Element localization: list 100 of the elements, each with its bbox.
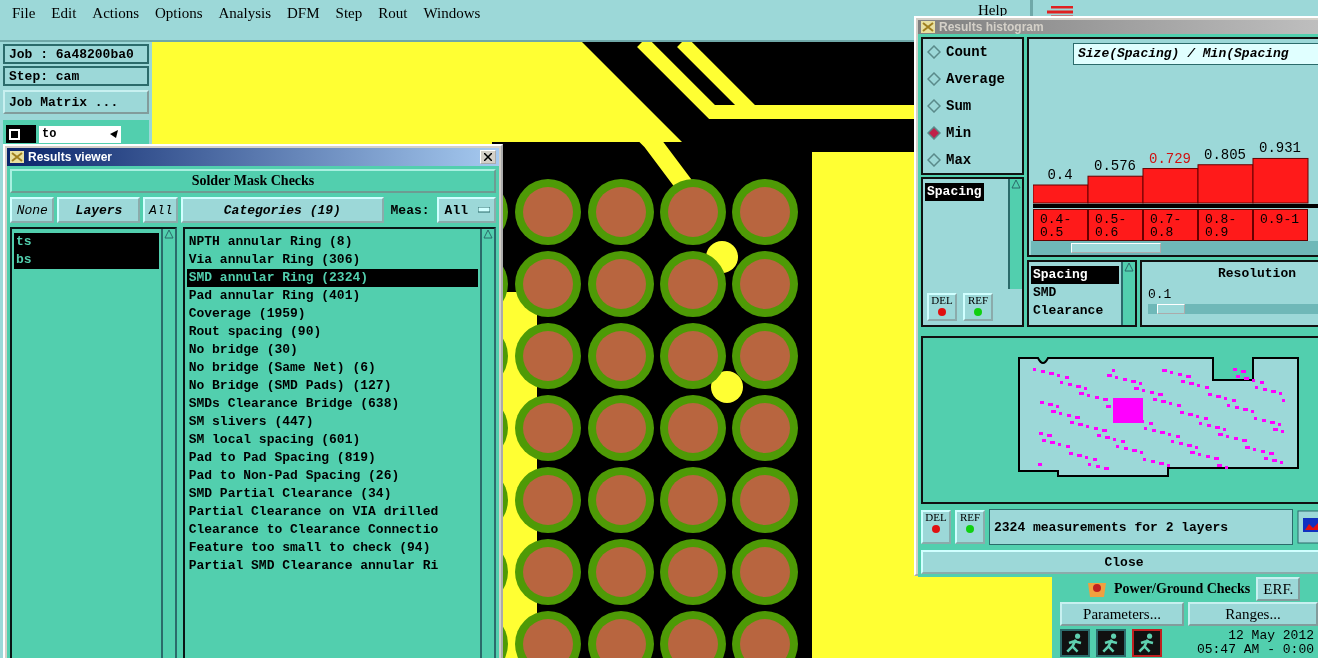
menu-item[interactable]: Analysis: [218, 5, 272, 22]
radio-button[interactable]: [927, 45, 941, 59]
scroll-up-icon[interactable]: [1124, 262, 1134, 272]
close-icon[interactable]: [480, 150, 496, 164]
radio-button[interactable]: [927, 99, 941, 113]
none-button[interactable]: None: [10, 197, 55, 223]
layer-item[interactable]: ts: [14, 233, 159, 251]
category-item[interactable]: Rout spacing (90): [186, 323, 478, 341]
window-title: Results histogram: [939, 20, 1044, 34]
category-item[interactable]: Pad to Pad Spacing (819): [186, 449, 478, 467]
bar-value: 0.729: [1149, 150, 1191, 167]
time-text: 05:47 AM - 0:00: [1196, 643, 1314, 657]
category-item[interactable]: No bridge (30): [186, 341, 478, 359]
ref-button[interactable]: REF: [963, 293, 993, 321]
category-item[interactable]: Partial SMD Clearance annular Ri: [186, 557, 478, 575]
pad: [588, 467, 654, 533]
category-item[interactable]: Pad annular Ring (401): [186, 287, 478, 305]
parameters-button[interactable]: Parameters...: [1060, 602, 1184, 626]
layer-dropdown[interactable]: to: [39, 125, 121, 143]
category-item[interactable]: Clearance to Clearance Connectio: [186, 521, 478, 539]
layers-button[interactable]: Layers: [57, 197, 141, 223]
pad: [588, 611, 654, 658]
square-icon[interactable]: [6, 125, 36, 143]
pad: [588, 323, 654, 389]
category-item[interactable]: Via annular Ring (306): [186, 251, 478, 269]
pad: [660, 539, 726, 605]
attribute-item[interactable]: Spacing: [1031, 266, 1119, 284]
attribute-item[interactable]: Clearance: [1031, 302, 1119, 320]
check-label: Power/Ground Checks: [1114, 581, 1251, 597]
measure-item[interactable]: Spacing: [925, 183, 984, 201]
pad: [660, 179, 726, 245]
histogram-bar[interactable]: [1142, 168, 1199, 204]
pad: [588, 251, 654, 317]
status-text: 2324 measurements for 2 layers: [989, 509, 1293, 545]
category-item[interactable]: Feature too small to check (94): [186, 539, 478, 557]
all-button[interactable]: All: [143, 197, 179, 223]
pad: [732, 323, 798, 389]
radio-label: Sum: [946, 98, 972, 114]
slider-thumb[interactable]: [1156, 304, 1185, 314]
category-item[interactable]: Pad to Non-Pad Spacing (26): [186, 467, 478, 485]
pad: [732, 611, 798, 658]
category-item[interactable]: No bridge (Same Net) (6): [186, 359, 478, 377]
ref-button[interactable]: REF: [955, 510, 985, 544]
menu-item[interactable]: Edit: [51, 5, 77, 22]
histogram-bar[interactable]: [1252, 157, 1309, 204]
job-label: Job : 6a48200ba0: [3, 44, 149, 64]
resolution-slider[interactable]: [1148, 304, 1318, 314]
radio-button[interactable]: [927, 126, 941, 140]
job-matrix-button[interactable]: Job Matrix ...: [3, 90, 149, 114]
via: [711, 371, 743, 403]
erf-button[interactable]: ERF.: [1256, 577, 1301, 601]
category-item[interactable]: Coverage (1959): [186, 305, 478, 323]
close-button[interactable]: Close: [921, 550, 1318, 574]
menu-item[interactable]: Rout: [378, 5, 408, 22]
menu-item[interactable]: Actions: [92, 5, 139, 22]
category-item[interactable]: Partial Clearance on VIA drilled: [186, 503, 478, 521]
del-button[interactable]: DEL: [927, 293, 957, 321]
menu-item[interactable]: Windows: [423, 5, 481, 22]
running-figure-icon[interactable]: [1060, 629, 1090, 657]
scroll-up-icon[interactable]: [1011, 179, 1021, 189]
menu-item[interactable]: Options: [155, 5, 203, 22]
pad: [732, 179, 798, 245]
running-figure-icon[interactable]: [1096, 629, 1126, 657]
pad: [732, 467, 798, 533]
category-item[interactable]: SMD annular Ring (2324): [186, 269, 478, 287]
meas-dropdown[interactable]: All: [436, 197, 496, 223]
category-item[interactable]: NPTH annular Ring (8): [186, 233, 478, 251]
radio-button[interactable]: [927, 72, 941, 86]
solder-mask-checks-button[interactable]: Solder Mask Checks: [10, 169, 496, 193]
bin-label: 0.7-0.8: [1143, 209, 1198, 241]
ranges-button[interactable]: Ranges...: [1188, 602, 1318, 626]
del-button[interactable]: DEL: [921, 510, 951, 544]
running-figure-icon[interactable]: [1132, 629, 1162, 657]
menu-item[interactable]: Step: [335, 5, 363, 22]
histogram-bar[interactable]: [1087, 175, 1144, 204]
bar-value: 0.805: [1204, 146, 1246, 163]
window-icon: [10, 151, 24, 163]
chart-icon[interactable]: [1297, 510, 1318, 544]
category-item[interactable]: SM local spacing (601): [186, 431, 478, 449]
pad: [732, 539, 798, 605]
scroll-up-icon[interactable]: [163, 229, 174, 239]
chart-title: Size(Spacing) / Min(Spacing: [1073, 43, 1318, 65]
menu-item[interactable]: DFM: [287, 5, 320, 22]
pad: [588, 179, 654, 245]
step-label: Step: cam: [3, 66, 149, 86]
attribute-item[interactable]: SMD: [1031, 284, 1119, 302]
category-item[interactable]: No Bridge (SMD Pads) (127): [186, 377, 478, 395]
radio-label: Min: [946, 125, 972, 141]
categories-button[interactable]: Categories (19): [181, 197, 384, 223]
scroll-thumb[interactable]: [1071, 243, 1161, 253]
category-item[interactable]: SMDs Clearance Bridge (638): [186, 395, 478, 413]
help-menu[interactable]: Help: [978, 2, 1008, 19]
category-item[interactable]: SM slivers (447): [186, 413, 478, 431]
bar-value: 0.576: [1094, 158, 1136, 175]
layer-item[interactable]: bs: [14, 251, 159, 269]
scroll-up-icon[interactable]: [483, 229, 493, 239]
menu-item[interactable]: File: [12, 5, 36, 22]
pad: [515, 323, 581, 389]
category-item[interactable]: SMD Partial Clearance (34): [186, 485, 478, 503]
date-text: 12 May 2012: [1228, 629, 1314, 643]
